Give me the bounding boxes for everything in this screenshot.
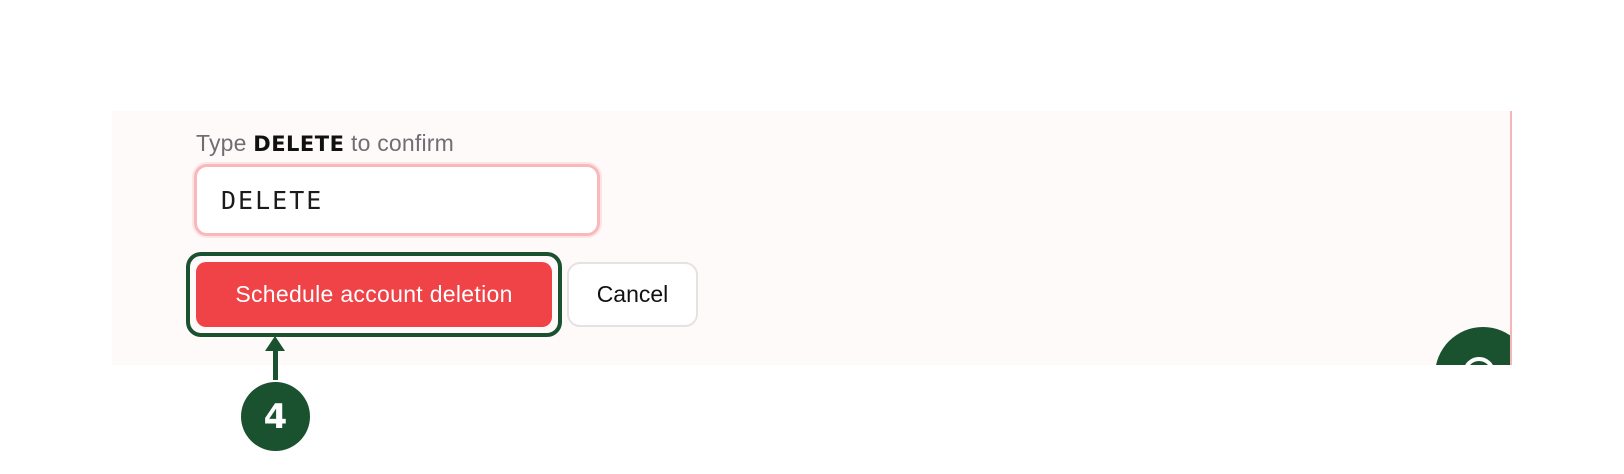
help-button[interactable] (1435, 327, 1510, 365)
confirm-keyword: DELETE (253, 132, 345, 156)
annotation-arrow-line (273, 350, 278, 380)
confirm-label-prefix: Type (196, 130, 247, 156)
help-circle-icon (1463, 357, 1495, 365)
confirm-delete-input[interactable] (194, 164, 600, 236)
step-number-badge: 4 (241, 382, 310, 451)
confirm-label-suffix: to confirm (351, 130, 455, 156)
confirm-label: Type DELETE to confirm (196, 130, 454, 157)
danger-zone-panel: Type DELETE to confirm Schedule account … (112, 111, 1512, 365)
schedule-account-deletion-button[interactable]: Schedule account deletion (196, 262, 552, 327)
annotation-arrow-head (265, 336, 285, 351)
page: Type DELETE to confirm Schedule account … (0, 0, 1624, 474)
cancel-button[interactable]: Cancel (567, 262, 698, 327)
